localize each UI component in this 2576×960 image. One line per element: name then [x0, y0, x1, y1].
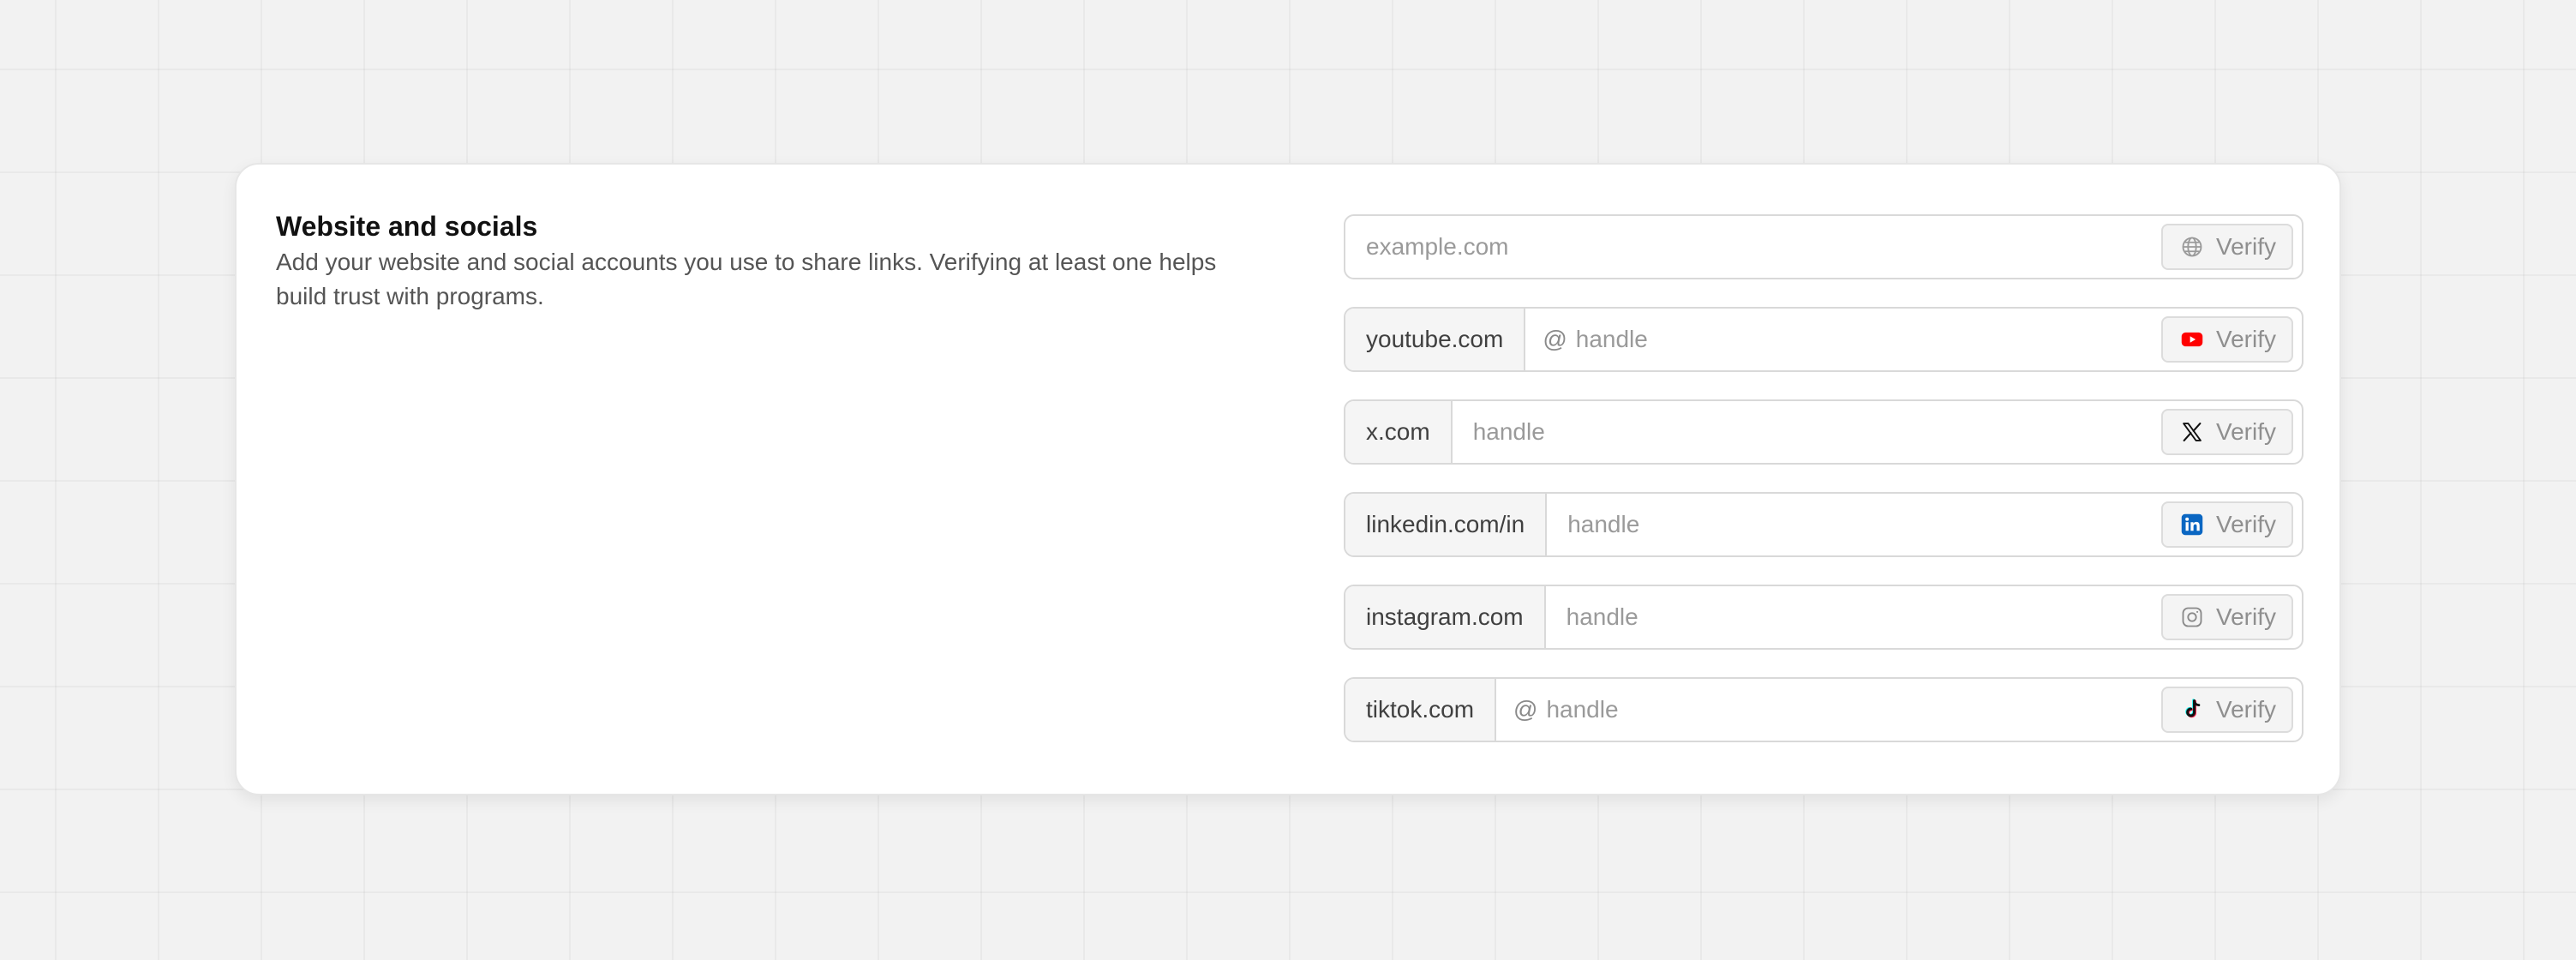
section-title: Website and socials — [276, 211, 538, 242]
tiktok-prefix: tiktok.com — [1345, 679, 1497, 741]
linkedin-prefix: linkedin.com/in — [1345, 494, 1548, 555]
tiktok-at-symbol: @ — [1513, 696, 1538, 723]
tiktok-field: tiktok.com @ Verify — [1344, 677, 2303, 742]
instagram-field: instagram.com Verify — [1344, 585, 2303, 650]
instagram-verify-button[interactable]: Verify — [2160, 594, 2293, 640]
social-fields: Verify youtube.com @ Verify x.com — [1344, 214, 2303, 770]
linkedin-handle-input[interactable] — [1547, 494, 2161, 555]
tiktok-verify-button[interactable]: Verify — [2160, 687, 2293, 733]
linkedin-icon — [2180, 513, 2204, 537]
tiktok-handle-input[interactable] — [1543, 679, 2161, 741]
tiktok-icon — [2180, 698, 2204, 722]
instagram-handle-input[interactable] — [1545, 586, 2161, 648]
verify-label: Verify — [2215, 326, 2276, 352]
instagram-prefix: instagram.com — [1345, 586, 1546, 648]
globe-icon — [2180, 235, 2204, 259]
youtube-field: youtube.com @ Verify — [1344, 307, 2303, 372]
youtube-verify-button[interactable]: Verify — [2160, 316, 2293, 363]
website-socials-card: Website and socials Add your website and… — [235, 163, 2341, 795]
youtube-prefix: youtube.com — [1345, 309, 1526, 370]
x-handle-input[interactable] — [1452, 401, 2161, 463]
section-description: Add your website and social accounts you… — [276, 249, 1217, 309]
linkedin-verify-button[interactable]: Verify — [2160, 501, 2293, 548]
website-field: Verify — [1344, 214, 2303, 279]
x-verify-button[interactable]: Verify — [2160, 409, 2293, 455]
instagram-icon — [2180, 605, 2204, 629]
verify-label: Verify — [2215, 418, 2276, 445]
section-intro: Website and socials Add your website and… — [276, 209, 1270, 314]
youtube-handle-input[interactable] — [1572, 309, 2161, 370]
x-field: x.com Verify — [1344, 399, 2303, 465]
website-input[interactable] — [1345, 216, 2161, 278]
verify-label: Verify — [2215, 233, 2276, 260]
linkedin-field: linkedin.com/in Verify — [1344, 492, 2303, 557]
x-icon — [2180, 420, 2204, 444]
youtube-at-symbol: @ — [1543, 326, 1567, 352]
verify-label: Verify — [2215, 696, 2276, 723]
verify-label: Verify — [2215, 511, 2276, 537]
youtube-icon — [2180, 327, 2204, 351]
website-verify-button[interactable]: Verify — [2160, 224, 2293, 270]
verify-label: Verify — [2215, 603, 2276, 630]
x-prefix: x.com — [1345, 401, 1453, 463]
